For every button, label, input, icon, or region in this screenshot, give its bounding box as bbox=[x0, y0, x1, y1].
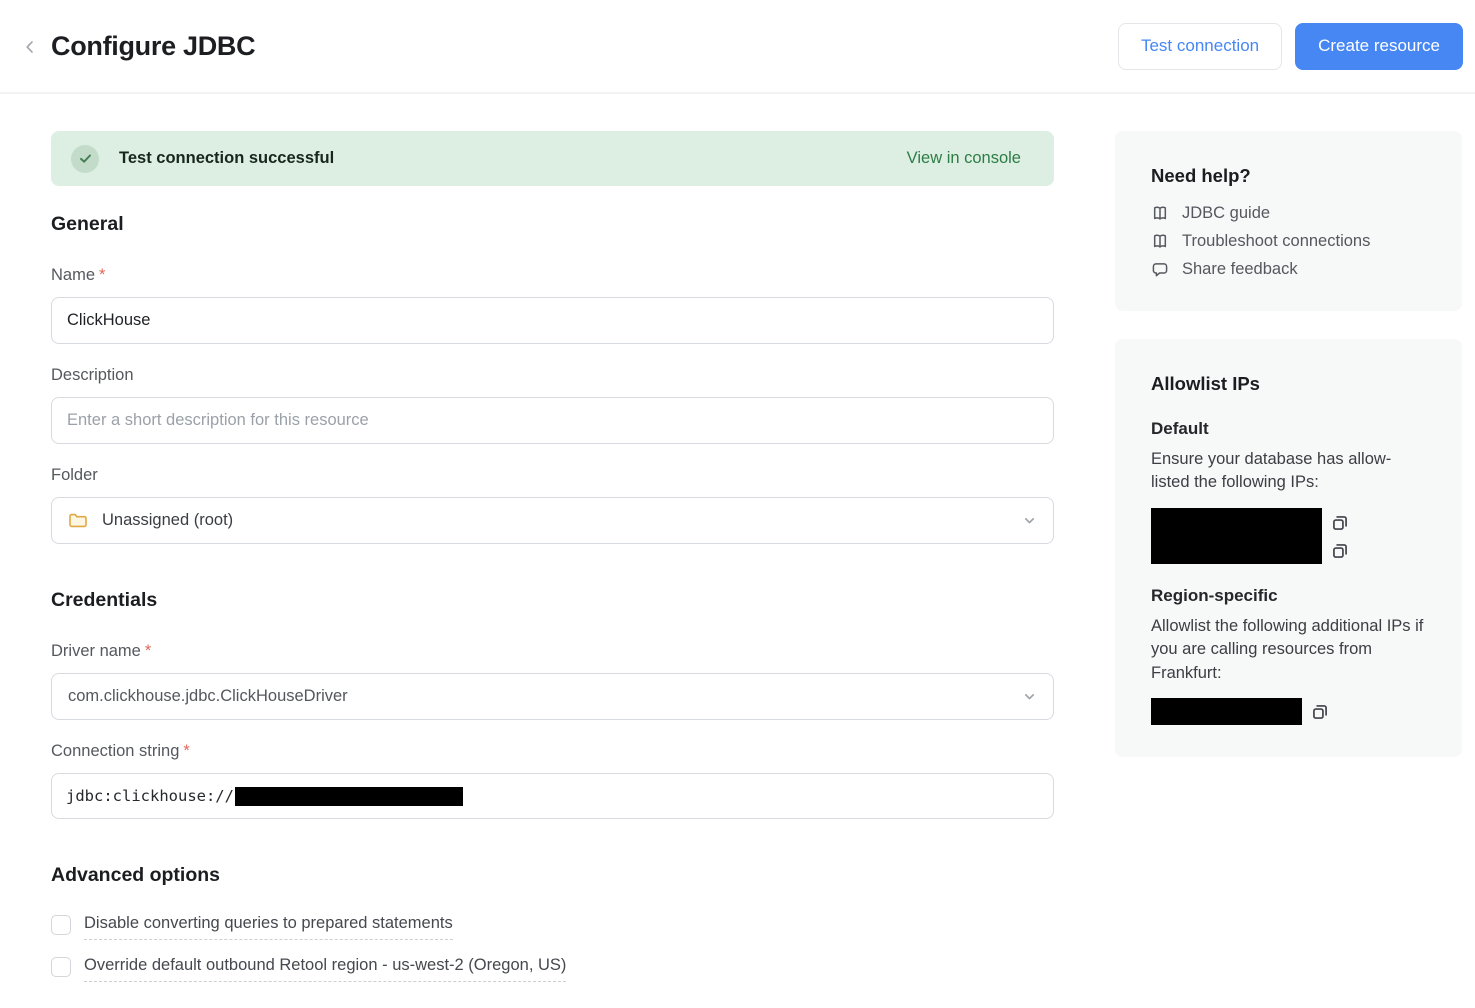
copy-icon[interactable] bbox=[1331, 514, 1349, 532]
name-label: Name* bbox=[51, 266, 1054, 285]
name-input[interactable] bbox=[51, 297, 1054, 344]
folder-icon bbox=[68, 512, 88, 529]
driver-name-label: Driver name* bbox=[51, 642, 1054, 661]
folder-select[interactable]: Unassigned (root) bbox=[51, 497, 1054, 544]
driver-select-value: com.clickhouse.jdbc.ClickHouseDriver bbox=[68, 687, 348, 706]
default-heading: Default bbox=[1151, 419, 1426, 439]
page-header: Configure JDBC Test connection Create re… bbox=[0, 0, 1475, 94]
header-actions: Test connection Create resource bbox=[1118, 23, 1463, 70]
book-icon bbox=[1151, 205, 1169, 222]
region-specific-text: Allowlist the following additional IPs i… bbox=[1151, 615, 1426, 685]
success-check-icon bbox=[71, 145, 99, 173]
success-banner: Test connection successful View in conso… bbox=[51, 131, 1054, 186]
form-column: Test connection successful View in conso… bbox=[51, 131, 1054, 982]
back-button[interactable] bbox=[18, 35, 42, 59]
default-ips bbox=[1151, 508, 1426, 564]
required-asterisk: * bbox=[183, 742, 189, 760]
disable-prepared-statements-checkbox[interactable] bbox=[51, 915, 71, 935]
required-asterisk: * bbox=[145, 642, 151, 660]
driver-name-select[interactable]: com.clickhouse.jdbc.ClickHouseDriver bbox=[51, 673, 1054, 720]
page-title: Configure JDBC bbox=[51, 31, 255, 62]
book-icon bbox=[1151, 233, 1169, 250]
need-help-title: Need help? bbox=[1151, 165, 1426, 187]
help-link-label: JDBC guide bbox=[1182, 204, 1270, 223]
description-label: Description bbox=[51, 366, 1054, 385]
test-connection-button[interactable]: Test connection bbox=[1118, 23, 1282, 70]
credentials-heading: Credentials bbox=[51, 589, 1054, 612]
connection-string-prefix: jdbc:clickhouse:// bbox=[66, 787, 234, 805]
help-link-label: Troubleshoot connections bbox=[1182, 232, 1370, 251]
checkbox-label: Override default outbound Retool region … bbox=[84, 956, 566, 982]
banner-message: Test connection successful bbox=[119, 149, 334, 168]
chat-icon bbox=[1151, 261, 1169, 278]
copy-icon[interactable] bbox=[1331, 542, 1349, 560]
region-specific-heading: Region-specific bbox=[1151, 586, 1426, 606]
redacted-connection-string bbox=[235, 787, 463, 806]
advanced-option-row: Override default outbound Retool region … bbox=[51, 956, 1054, 982]
redacted-default-ips bbox=[1151, 508, 1322, 564]
connection-string-label: Connection string* bbox=[51, 742, 1054, 761]
copy-buttons bbox=[1322, 508, 1349, 564]
page-content: Test connection successful View in conso… bbox=[0, 94, 1475, 982]
default-text: Ensure your database has allow-listed th… bbox=[1151, 448, 1426, 495]
view-in-console-link[interactable]: View in console bbox=[907, 149, 1021, 168]
copy-icon[interactable] bbox=[1302, 698, 1329, 725]
required-asterisk: * bbox=[99, 266, 105, 284]
chevron-down-icon bbox=[1022, 689, 1037, 704]
folder-label: Folder bbox=[51, 466, 1054, 485]
need-help-card: Need help? JDBC guide Troubleshoot conne… bbox=[1115, 131, 1462, 311]
chevron-down-icon bbox=[1022, 513, 1037, 528]
override-region-checkbox[interactable] bbox=[51, 957, 71, 977]
region-ips bbox=[1151, 698, 1426, 725]
advanced-options-heading: Advanced options bbox=[51, 864, 1054, 887]
help-link-label: Share feedback bbox=[1182, 260, 1298, 279]
advanced-option-row: Disable converting queries to prepared s… bbox=[51, 914, 1054, 940]
troubleshoot-connections-link[interactable]: Troubleshoot connections bbox=[1151, 232, 1426, 251]
allowlist-ips-card: Allowlist IPs Default Ensure your databa… bbox=[1115, 339, 1462, 757]
help-links: JDBC guide Troubleshoot connections Shar… bbox=[1151, 204, 1426, 279]
redacted-region-ips bbox=[1151, 698, 1302, 725]
sidebar: Need help? JDBC guide Troubleshoot conne… bbox=[1115, 131, 1462, 982]
allowlist-title: Allowlist IPs bbox=[1151, 373, 1426, 395]
checkbox-label: Disable converting queries to prepared s… bbox=[84, 914, 453, 940]
folder-select-value: Unassigned (root) bbox=[102, 511, 233, 530]
jdbc-guide-link[interactable]: JDBC guide bbox=[1151, 204, 1426, 223]
share-feedback-link[interactable]: Share feedback bbox=[1151, 260, 1426, 279]
description-input[interactable] bbox=[51, 397, 1054, 444]
connection-string-input[interactable]: jdbc:clickhouse:// bbox=[51, 773, 1054, 819]
create-resource-button[interactable]: Create resource bbox=[1295, 23, 1463, 70]
chevron-left-icon bbox=[22, 39, 38, 55]
general-heading: General bbox=[51, 213, 1054, 236]
